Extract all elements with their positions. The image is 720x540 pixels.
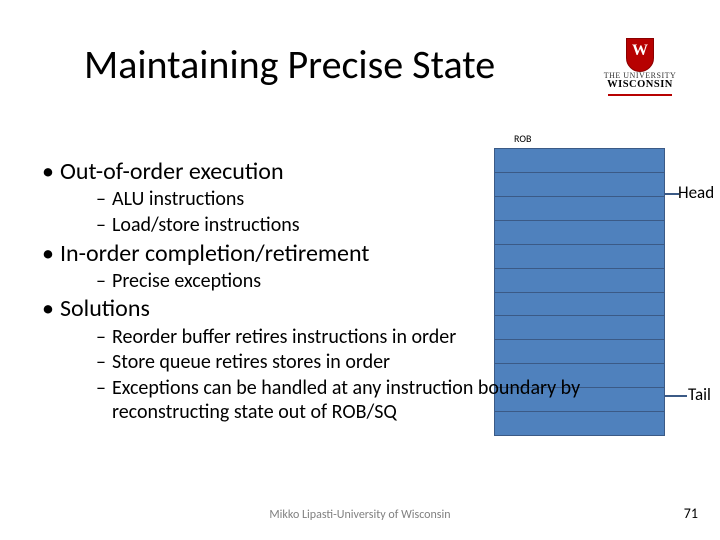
university-logo: THE UNIVERSITY WISCONSIN <box>590 38 690 92</box>
crest-icon <box>626 38 654 72</box>
bullet-3: Solutions Reorder buffer retires instruc… <box>42 295 642 424</box>
bullet-3-text: Solutions <box>60 294 150 323</box>
tail-pointer-label: Tail <box>688 384 711 405</box>
bullet-2-text: In-order completion/retirement <box>60 239 369 268</box>
rob-label: ROB <box>514 132 531 145</box>
slide: Maintaining Precise State THE UNIVERSITY… <box>0 0 720 540</box>
bullet-1: Out-of-order execution ALU instructions … <box>42 158 642 238</box>
bullet-3-sub-1: Reorder buffer retires instructions in o… <box>96 326 642 350</box>
head-pointer-line <box>665 193 679 195</box>
tail-pointer-line <box>665 395 687 397</box>
bullet-1-sub-2: Load/store instructions <box>96 214 642 238</box>
bullet-2: In-order completion/retirement Precise e… <box>42 240 642 294</box>
bullet-2-sub-1: Precise exceptions <box>96 270 642 294</box>
logo-bigname: WISCONSIN <box>590 80 690 91</box>
bullet-3-sub-3: Exceptions can be handled at any instruc… <box>96 377 642 424</box>
footer-author: Mikko Lipasti-University of Wisconsin <box>0 508 720 522</box>
slide-title: Maintaining Precise State <box>84 40 495 89</box>
bullet-1-text: Out-of-order execution <box>60 157 284 186</box>
bullet-3-sub-2: Store queue retires stores in order <box>96 351 642 375</box>
bullet-1-sub-1: ALU instructions <box>96 188 642 212</box>
head-pointer-label: Head <box>678 182 714 203</box>
footer-page-number: 71 <box>684 505 698 522</box>
body-text: Out-of-order execution ALU instructions … <box>42 158 642 426</box>
logo-text: THE UNIVERSITY WISCONSIN <box>590 72 690 91</box>
logo-bar <box>608 94 672 96</box>
